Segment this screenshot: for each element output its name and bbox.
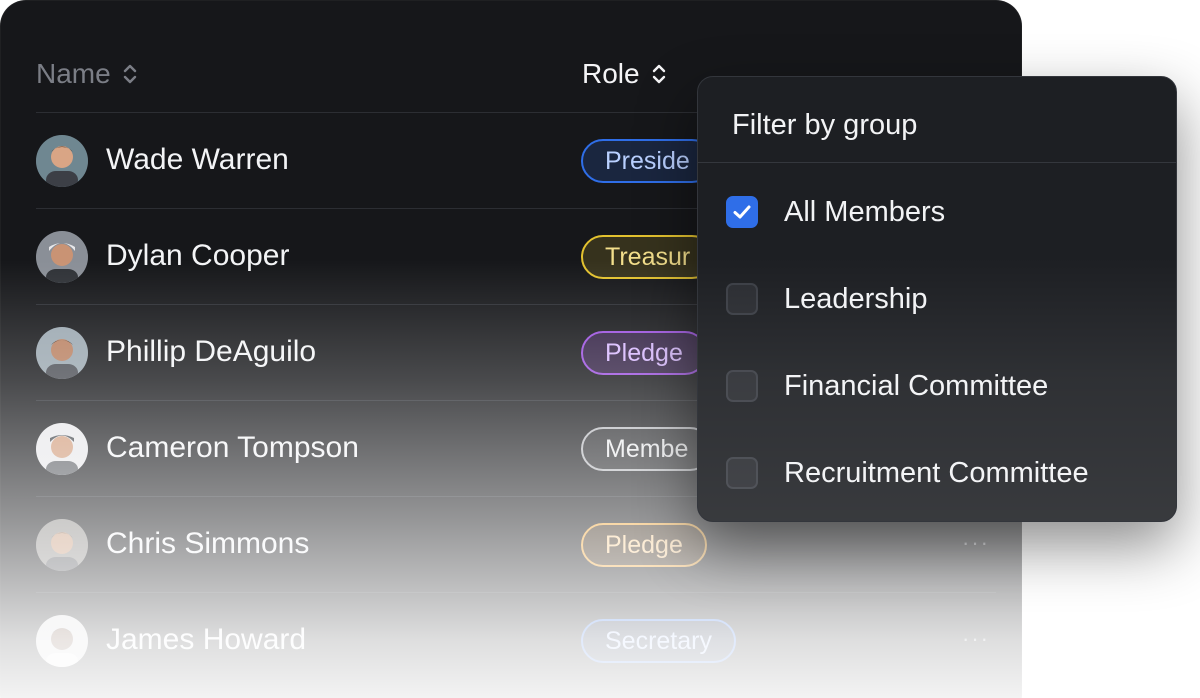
role-badge: Secretary (581, 619, 736, 663)
more-options-icon[interactable]: ··· (962, 532, 994, 554)
filter-dropdown: Filter by group All Members Leadership F… (697, 76, 1177, 522)
avatar (36, 135, 88, 187)
filter-option-leadership[interactable]: Leadership (726, 269, 1166, 329)
filter-option-label: All Members (784, 195, 946, 228)
member-name: Dylan Cooper (106, 239, 290, 272)
avatar (36, 231, 88, 283)
filter-dropdown-divider (698, 162, 1176, 163)
member-name: Phillip DeAguilo (106, 335, 317, 368)
checkmark-icon (733, 205, 751, 219)
role-badge: Pledge (581, 331, 707, 375)
checkbox[interactable] (726, 370, 758, 402)
sort-icon (123, 64, 136, 84)
filter-option-all-members[interactable]: All Members (726, 182, 1166, 242)
table-row[interactable]: James Howard Secretary ··· (36, 593, 996, 688)
member-name: Chris Simmons (106, 527, 310, 560)
member-name: Wade Warren (106, 143, 289, 176)
avatar (36, 423, 88, 475)
role-badge: Preside (581, 139, 714, 183)
checkbox[interactable] (726, 283, 758, 315)
checkbox[interactable] (726, 457, 758, 489)
members-table-screen: Name Role Wade Warren Preside Dylan Coop… (0, 0, 1200, 698)
column-header-name[interactable]: Name (36, 54, 139, 94)
filter-option-label: Recruitment Committee (784, 456, 1089, 489)
avatar (36, 327, 88, 379)
checkbox-checked[interactable] (726, 196, 758, 228)
filter-dropdown-title: Filter by group (732, 109, 918, 141)
role-badge: Treasur (581, 235, 715, 279)
column-header-role[interactable]: Role (582, 54, 668, 94)
member-name: James Howard (106, 623, 307, 656)
role-badge: Pledge (581, 523, 707, 567)
role-badge: Membe (581, 427, 713, 471)
filter-option-label: Financial Committee (784, 369, 1049, 402)
more-options-icon[interactable]: ··· (962, 628, 994, 650)
filter-option-label: Leadership (784, 282, 928, 315)
column-header-name-label: Name (36, 58, 111, 89)
filter-option-financial-committee[interactable]: Financial Committee (726, 356, 1166, 416)
member-name: Cameron Tompson (106, 431, 359, 464)
avatar (36, 615, 88, 667)
filter-option-recruitment-committee[interactable]: Recruitment Committee (726, 443, 1166, 503)
column-header-role-label: Role (582, 58, 640, 89)
sort-icon (652, 64, 665, 84)
avatar (36, 519, 88, 571)
